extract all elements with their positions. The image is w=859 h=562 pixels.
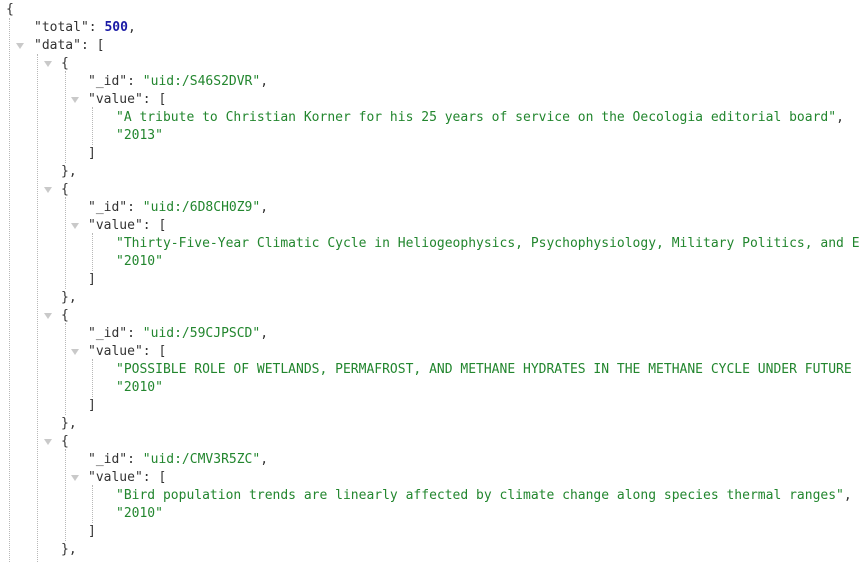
item-year-row-2: "2010" xyxy=(0,253,859,271)
item-id-row-1: "_id": "uid:/S46S2DVR", xyxy=(0,73,859,91)
item-id-row-4: "_id": "uid:/CMV3R5ZC", xyxy=(0,451,859,469)
close-bracket: ] xyxy=(88,146,96,161)
item-close-bracket-1: ] xyxy=(0,145,859,163)
open-brace: { xyxy=(6,2,14,17)
close-bracket: ] xyxy=(88,524,96,539)
colon: : xyxy=(127,326,143,341)
colon: : xyxy=(127,74,143,89)
colon: : xyxy=(80,38,97,53)
comma: , xyxy=(260,326,269,341)
value-title: "Bird population trends are linearly aff… xyxy=(116,488,844,503)
key-id: "_id" xyxy=(88,200,128,215)
item-value-row-1: "value": [ xyxy=(0,91,859,109)
close-brace: }, xyxy=(61,416,77,431)
colon: : xyxy=(142,92,159,107)
collapse-toggle-icon[interactable] xyxy=(16,43,24,49)
data-row: "data": [ xyxy=(0,37,859,55)
item-title-row-3: "POSSIBLE ROLE OF WETLANDS, PERMAFROST, … xyxy=(0,361,859,379)
key-value: "value" xyxy=(88,218,143,233)
item-title-row-4: "Bird population trends are linearly aff… xyxy=(0,487,859,505)
item-close-bracket-4: ] xyxy=(0,523,859,541)
collapse-toggle-icon[interactable] xyxy=(44,61,52,67)
colon: : xyxy=(127,452,143,467)
open-bracket: [ xyxy=(158,344,167,359)
open-bracket: [ xyxy=(158,470,167,485)
close-bracket: ] xyxy=(88,272,96,287)
close-bracket: ] xyxy=(88,398,96,413)
colon: : xyxy=(142,218,159,233)
value-id: "uid:/S46S2DVR" xyxy=(142,74,261,89)
open-bracket: [ xyxy=(96,38,105,53)
item-year-row-1: "2013" xyxy=(0,127,859,145)
value-title: "A tribute to Christian Korner for his 2… xyxy=(116,110,837,125)
item-title-row-2: "Thirty-Five-Year Climatic Cycle in Heli… xyxy=(0,235,859,253)
item-open-brace-4: { xyxy=(0,433,859,451)
collapse-toggle-icon[interactable] xyxy=(71,475,79,481)
item-close-brace-3: }, xyxy=(0,415,859,433)
colon: : xyxy=(142,344,159,359)
colon: : xyxy=(88,20,105,35)
key-id: "_id" xyxy=(88,452,128,467)
collapse-toggle-icon[interactable] xyxy=(71,223,79,229)
colon: : xyxy=(142,470,159,485)
value-year: "2010" xyxy=(116,506,163,521)
value-title: "POSSIBLE ROLE OF WETLANDS, PERMAFROST, … xyxy=(116,362,859,377)
item-close-brace-4: }, xyxy=(0,541,859,559)
value-year: "2010" xyxy=(116,254,163,269)
colon: : xyxy=(127,200,143,215)
collapse-toggle-icon[interactable] xyxy=(71,349,79,355)
key-data: "data" xyxy=(34,38,81,53)
comma: , xyxy=(127,20,136,35)
item-year-row-4: "2010" xyxy=(0,505,859,523)
item-value-row-4: "value": [ xyxy=(0,469,859,487)
open-brace: { xyxy=(61,182,69,197)
comma: , xyxy=(260,74,269,89)
total-row: "total": 500, xyxy=(0,19,859,37)
value-title: "Thirty-Five-Year Climatic Cycle in Heli… xyxy=(116,236,859,251)
open-brace: { xyxy=(61,434,69,449)
open-brace: { xyxy=(61,56,69,71)
key-id: "_id" xyxy=(88,326,128,341)
key-value: "value" xyxy=(88,92,143,107)
json-viewer: {"total": 500, "data": [{"_id": "uid:/S46… xyxy=(0,0,859,562)
item-value-row-3: "value": [ xyxy=(0,343,859,361)
value-total: 500 xyxy=(104,20,128,35)
item-close-brace-2: }, xyxy=(0,289,859,307)
comma: , xyxy=(843,488,852,503)
value-id: "uid:/59CJPSCD" xyxy=(142,326,261,341)
collapse-toggle-icon[interactable] xyxy=(44,439,52,445)
item-id-row-3: "_id": "uid:/59CJPSCD", xyxy=(0,325,859,343)
item-open-brace-3: { xyxy=(0,307,859,325)
item-value-row-2: "value": [ xyxy=(0,217,859,235)
item-id-row-2: "_id": "uid:/6D8CH0Z9", xyxy=(0,199,859,217)
comma: , xyxy=(260,200,269,215)
collapse-toggle-icon[interactable] xyxy=(44,187,52,193)
item-close-bracket-3: ] xyxy=(0,397,859,415)
value-id: "uid:/CMV3R5ZC" xyxy=(142,452,261,467)
collapse-toggle-icon[interactable] xyxy=(71,97,79,103)
value-year: "2010" xyxy=(116,380,163,395)
open-bracket: [ xyxy=(158,92,167,107)
open-brace: { xyxy=(61,308,69,323)
item-year-row-3: "2010" xyxy=(0,379,859,397)
item-open-brace-2: { xyxy=(0,181,859,199)
item-title-row-1: "A tribute to Christian Korner for his 2… xyxy=(0,109,859,127)
value-id: "uid:/6D8CH0Z9" xyxy=(142,200,261,215)
item-open-brace-1: { xyxy=(0,55,859,73)
collapse-toggle-icon[interactable] xyxy=(44,313,52,319)
item-close-brace-1: }, xyxy=(0,163,859,181)
item-close-bracket-2: ] xyxy=(0,271,859,289)
value-year: "2013" xyxy=(116,128,163,143)
key-value: "value" xyxy=(88,470,143,485)
comma: , xyxy=(260,452,269,467)
key-id: "_id" xyxy=(88,74,128,89)
key-total: "total" xyxy=(34,20,89,35)
close-brace: }, xyxy=(61,164,77,179)
open-bracket: [ xyxy=(158,218,167,233)
close-brace: }, xyxy=(61,542,77,557)
root-open-brace: { xyxy=(0,1,859,19)
close-brace: }, xyxy=(61,290,77,305)
key-value: "value" xyxy=(88,344,143,359)
comma: , xyxy=(836,110,844,125)
